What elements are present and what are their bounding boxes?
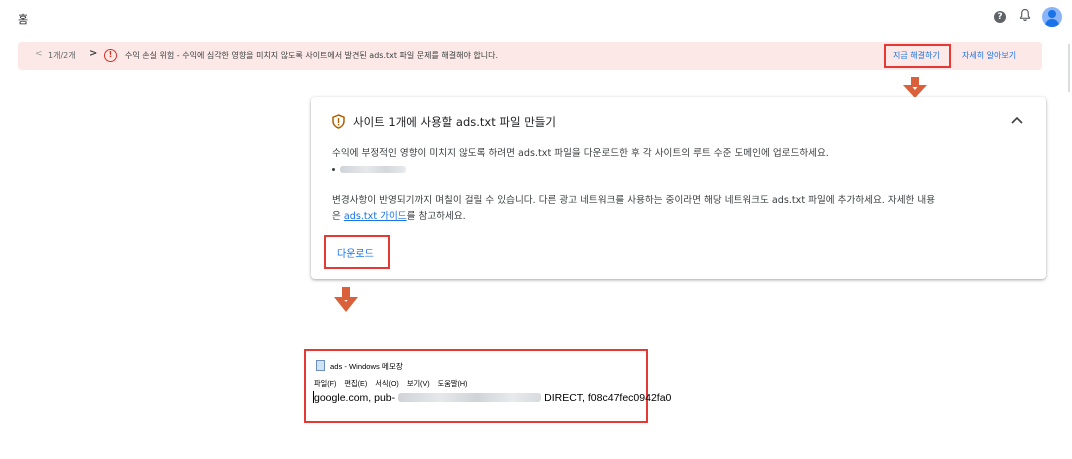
note-prefix: 은 bbox=[332, 211, 344, 222]
notepad-window: ads - Windows 메모장 파일(F) 편집(E) 서식(O) 보기(V… bbox=[304, 349, 671, 423]
alert-count: 1개/2개 bbox=[48, 51, 76, 60]
card-note-line2: 은 ads.txt 가이드를 참고하세요. bbox=[332, 208, 466, 222]
card-description: 수익에 부정적인 영향이 미치지 않도록 하려면 ads.txt 파일을 다운로… bbox=[332, 148, 829, 159]
chevron-right-icon[interactable]: > bbox=[89, 48, 97, 59]
ads-txt-card: 사이트 1개에 사용할 ads.txt 파일 만들기 수익에 부정적인 영향이 … bbox=[311, 97, 1046, 279]
list-bullet bbox=[332, 168, 335, 171]
shield-warning-icon bbox=[332, 114, 345, 129]
menu-view[interactable]: 보기(V) bbox=[407, 379, 430, 388]
ads-txt-guide-link[interactable]: ads.txt 가이드 bbox=[344, 211, 407, 222]
menu-help[interactable]: 도움말(H) bbox=[438, 379, 468, 388]
arrow-down-icon bbox=[903, 77, 927, 98]
download-button[interactable]: 다운로드 bbox=[337, 245, 374, 260]
content-suffix: DIRECT, f08c47fec0942fa0 bbox=[544, 392, 672, 404]
card-title: 사이트 1개에 사용할 ads.txt 파일 만들기 bbox=[353, 115, 556, 129]
breadcrumb-home[interactable]: 홈 bbox=[18, 11, 28, 27]
fix-now-link[interactable]: 지금 해결하기 bbox=[893, 50, 940, 61]
top-bar: 홈 ? bbox=[0, 0, 1072, 36]
chevron-up-icon[interactable] bbox=[1011, 116, 1023, 124]
notepad-title: ads - Windows 메모장 bbox=[330, 362, 403, 371]
menu-format[interactable]: 서식(O) bbox=[375, 379, 399, 388]
error-circle-icon: ! bbox=[104, 49, 117, 62]
card-note-line1: 변경사항이 반영되기까지 며칠이 걸릴 수 있습니다. 다른 광고 네트워크를 … bbox=[332, 195, 936, 206]
chevron-left-icon[interactable]: < bbox=[35, 49, 43, 59]
alert-banner: < 1개/2개 > ! 수익 손실 위험 - 수익에 심각한 영향을 미치지 않… bbox=[18, 42, 1042, 70]
scrollbar[interactable] bbox=[1068, 44, 1070, 92]
learn-more-link[interactable]: 자세히 알아보기 bbox=[962, 50, 1016, 61]
help-icon[interactable]: ? bbox=[994, 11, 1006, 23]
menu-file[interactable]: 파일(F) bbox=[314, 379, 336, 388]
bell-icon[interactable] bbox=[1019, 8, 1031, 27]
notepad-menu: 파일(F) 편집(E) 서식(O) 보기(V) 도움말(H) bbox=[314, 379, 473, 389]
note-suffix: 를 참고하세요. bbox=[406, 211, 466, 222]
notepad-icon bbox=[316, 360, 325, 371]
redacted-publisher-id bbox=[398, 393, 542, 402]
menu-edit[interactable]: 편집(E) bbox=[344, 379, 367, 388]
redacted-site-url bbox=[340, 166, 406, 173]
notepad-content[interactable]: google.com, pub- DIRECT, f08c47fec0942fa0 bbox=[313, 391, 671, 404]
avatar-icon[interactable] bbox=[1042, 7, 1062, 27]
content-prefix: google.com, pub- bbox=[314, 392, 396, 404]
alert-message: 수익 손실 위험 - 수익에 심각한 영향을 미치지 않도록 사이트에서 발견된… bbox=[125, 51, 499, 60]
arrow-down-icon bbox=[334, 287, 358, 312]
